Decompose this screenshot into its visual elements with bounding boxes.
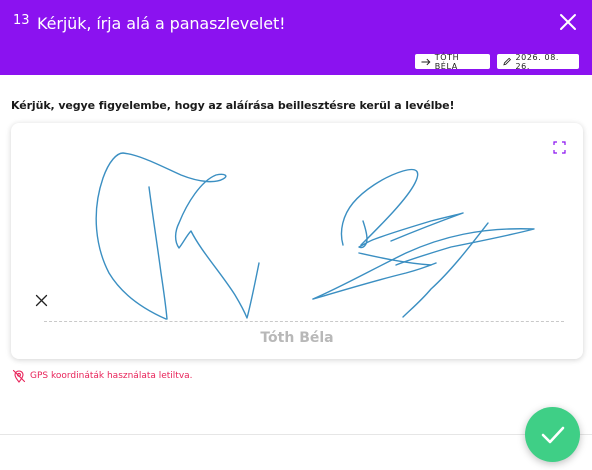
signer-chip: TÓTH BÉLA: [415, 52, 490, 71]
signer-chip-label: TÓTH BÉLA: [434, 52, 460, 71]
date-chip-label: 2026. 08. 26.: [515, 52, 560, 71]
date-chip: 2026. 08. 26.: [497, 52, 579, 71]
gps-status-text: GPS koordináták használata letiltva.: [30, 371, 193, 381]
clear-signature-button[interactable]: [35, 292, 48, 307]
location-off-icon: [12, 369, 26, 383]
check-icon: [541, 426, 564, 443]
step-number: 13: [13, 13, 30, 28]
signature-pad[interactable]: Tóth Béla: [11, 123, 583, 359]
signature-notice: Kérjük, vegye figyelembe, hogy az aláírá…: [11, 99, 455, 112]
signature-baseline: [44, 321, 564, 322]
confirm-button[interactable]: [525, 407, 580, 462]
clear-icon: [35, 294, 48, 307]
header-bar: 13 Kérjük, írja alá a panaszlevelet! TÓT…: [0, 0, 592, 75]
gps-status: GPS koordináták használata letiltva.: [12, 369, 193, 383]
pencil-icon: [503, 57, 512, 66]
page-title: Kérjük, írja alá a panaszlevelet!: [37, 14, 286, 33]
footer-divider: [0, 434, 592, 435]
signature-drawing: [95, 152, 535, 320]
signer-name: Tóth Béla: [260, 330, 334, 346]
close-icon: [560, 14, 576, 30]
close-button[interactable]: [558, 12, 578, 32]
arrow-right-icon: [421, 58, 431, 65]
